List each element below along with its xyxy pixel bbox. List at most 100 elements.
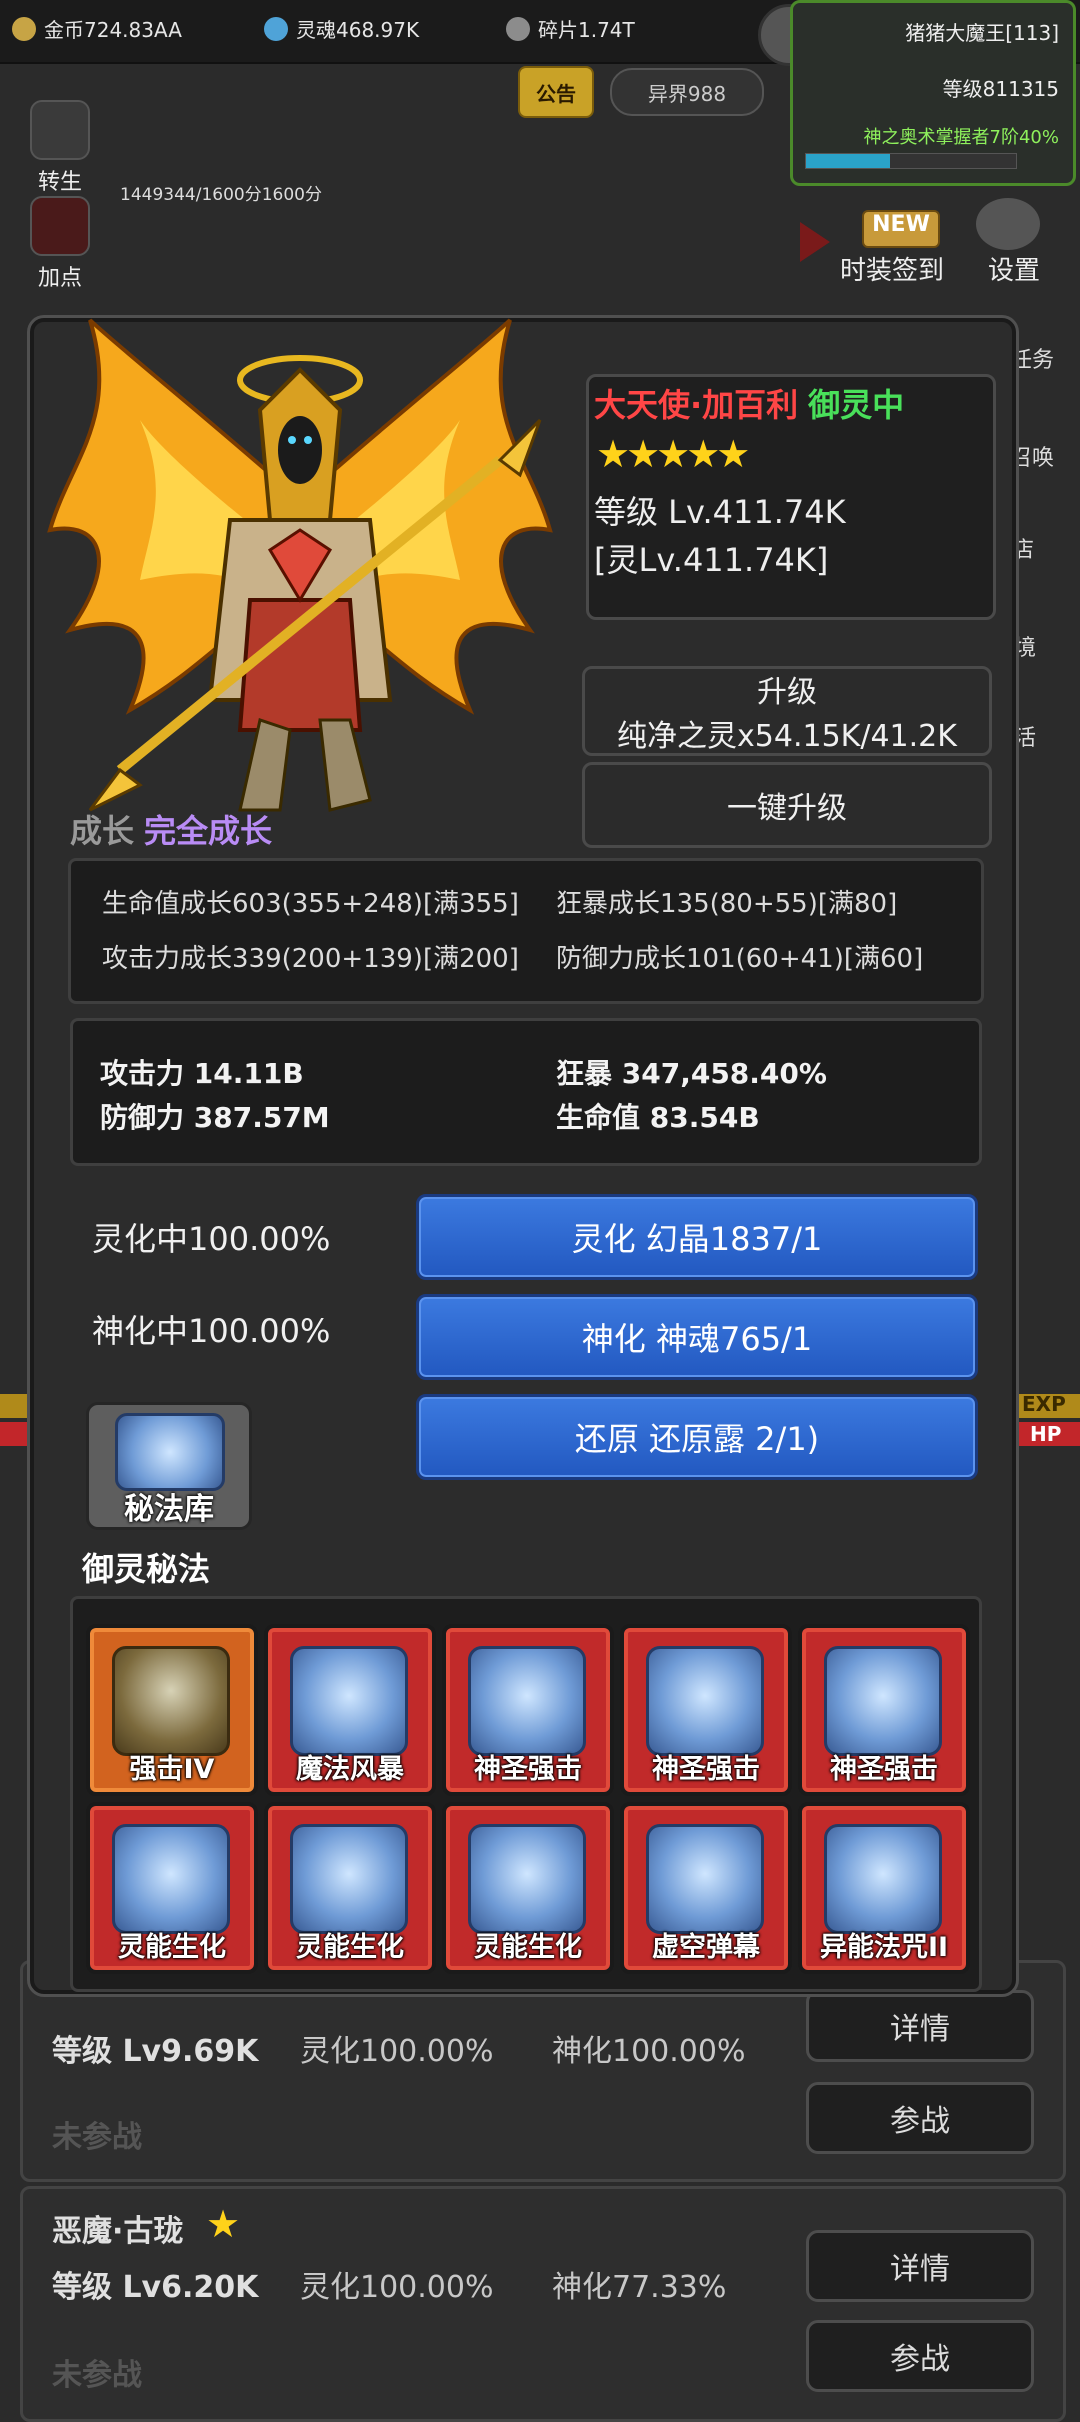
gold-amount: 金币724.83AA (44, 18, 182, 42)
hp-growth: 生命值成长603(355+248)[满355] (102, 889, 519, 919)
add-points-label: 加点 (37, 266, 82, 291)
soul-resource: 灵魂468.97K (264, 14, 419, 43)
ancient-tome-icon (112, 1646, 230, 1756)
shard-icon (506, 16, 530, 41)
growth-panel (68, 858, 984, 1004)
title-progress-bar (805, 153, 1017, 169)
defense-growth: 防御力成长101(60+41)[满60] (556, 944, 924, 974)
exp-label: EXP (1022, 1392, 1066, 1416)
skill-slot[interactable]: 异能法咒II (798, 1802, 970, 1974)
notice-button[interactable]: 公告 (518, 66, 594, 118)
spellbook-icon (646, 1824, 764, 1934)
level-block: 等级 Lv.411.74K [灵Lv.411.74K] (594, 488, 846, 584)
world-button[interactable]: 异界988 (610, 68, 764, 116)
spirit-status: 御灵中 (808, 386, 905, 424)
spellbook-icon (290, 1646, 408, 1756)
skill-label: 灵能生化 (474, 1932, 582, 1963)
card1-ling: 灵化100.00% (300, 2034, 494, 2069)
shard-resource: 碎片1.74T (506, 14, 635, 43)
lingize-button[interactable]: 灵化 幻晶1837/1 (416, 1194, 978, 1280)
skill-slot[interactable]: 灵能生化 (264, 1802, 436, 1974)
spirit-name: 大天使·加百利 (594, 386, 799, 424)
skill-slot[interactable]: 灵能生化 (442, 1802, 614, 1974)
skill-label: 神圣强击 (474, 1754, 582, 1785)
card1-detail-button[interactable]: 详情 (806, 1990, 1034, 2062)
star-icon: ★ (206, 2202, 241, 2246)
rebirth-label: 转生 (37, 170, 82, 195)
card1-shen: 神化100.00% (552, 2034, 746, 2069)
task-side-label[interactable]: 任务 (1010, 342, 1054, 374)
card2-state: 未参战 (52, 2358, 142, 2393)
blood-drop-icon (30, 196, 90, 256)
title-progress: 神之奥术掌握者7阶40% (863, 127, 1059, 148)
fashion-signin-button[interactable]: 时装签到 (840, 250, 944, 287)
gold-resource: 金币724.83AA (12, 14, 182, 43)
skill-label: 神圣强击 (830, 1754, 938, 1785)
stats-panel (70, 1018, 982, 1166)
event-side-label[interactable]: 活 (1014, 720, 1036, 752)
growth-status: 完全成长 (144, 812, 273, 850)
realm-side-label[interactable]: 境 (1014, 630, 1036, 662)
spirit-arcana-heading: 御灵秘法 (82, 1550, 211, 1588)
upgrade-title: 升级 (757, 675, 817, 710)
player-card[interactable]: 猪猪大魔王[113] 等级811315 神之奥术掌握者7阶40% (790, 0, 1076, 186)
skill-label: 魔法风暴 (296, 1754, 404, 1785)
star-rating: ★★★★★ (596, 432, 750, 476)
card1-level: 等级 Lv9.69K (52, 2034, 259, 2069)
spellbook-icon (468, 1646, 586, 1756)
restore-button[interactable]: 还原 还原露 2/1) (416, 1394, 978, 1480)
deification-percent: 神化中100.00% (92, 1312, 331, 1350)
skill-slot[interactable]: 神圣强击 (620, 1624, 792, 1796)
shard-amount: 碎片1.74T (538, 18, 635, 42)
spirit-name-row: 大天使·加百利 御灵中 (594, 380, 904, 426)
card2-level: 等级 Lv6.20K (52, 2270, 259, 2305)
gold-coin-icon (12, 16, 36, 41)
skill-slot[interactable]: 虚空弹幕 (620, 1802, 792, 1974)
new-badge: NEW (862, 210, 940, 248)
settings-gear-icon[interactable] (976, 198, 1040, 250)
card2-name: 恶魔·古珑 (52, 2214, 184, 2249)
soul-icon (264, 16, 288, 41)
lingization-percent: 灵化中100.00% (92, 1220, 331, 1258)
skill-slot[interactable]: 神圣强击 (798, 1624, 970, 1796)
hp-label: HP (1030, 1422, 1062, 1446)
skill-slot[interactable]: 灵能生化 (86, 1802, 258, 1974)
skill-slot[interactable]: 强击IV (86, 1624, 258, 1796)
add-points-button[interactable]: 加点 (24, 196, 96, 292)
upgrade-cost: 纯净之灵x54.15K/41.2K (617, 719, 957, 754)
arrow-right-icon[interactable] (800, 222, 830, 262)
summon-side-label[interactable]: 召唤 (1010, 440, 1054, 472)
spirit-level: 等级 Lv.411.74K (594, 493, 846, 531)
hp-stat: 生命值 83.54B (556, 1101, 760, 1134)
card1-state: 未参战 (52, 2120, 142, 2155)
skill-slot[interactable]: 魔法风暴 (264, 1624, 436, 1796)
soul-amount: 灵魂468.97K (296, 18, 420, 42)
spellbook-icon (112, 1824, 230, 1934)
card1-battle-button[interactable]: 参战 (806, 2082, 1034, 2154)
score-text: 1449344/1600分1600分 (120, 185, 322, 205)
defense-stat: 防御力 387.57M (100, 1101, 330, 1134)
attack-stat: 攻击力 14.11B (100, 1057, 304, 1090)
archangel-portrait (47, 318, 553, 812)
arcane-library-label: 秘法库 (124, 1492, 214, 1527)
settings-label[interactable]: 设置 (988, 250, 1040, 287)
rebirth-icon (30, 100, 90, 160)
card2-detail-button[interactable]: 详情 (806, 2230, 1034, 2302)
skill-label: 灵能生化 (118, 1932, 226, 1963)
skill-label: 灵能生化 (296, 1932, 404, 1963)
spellbook-icon (468, 1824, 586, 1934)
one-key-upgrade-button[interactable]: 一键升级 (582, 762, 992, 848)
spellbook-icon (115, 1413, 225, 1491)
player-level: 等级811315 (942, 77, 1059, 101)
rebirth-button[interactable]: 转生 (24, 100, 96, 196)
spellbook-icon (646, 1646, 764, 1756)
deify-button[interactable]: 神化 神魂765/1 (416, 1294, 978, 1380)
skill-label: 虚空弹幕 (652, 1932, 760, 1963)
skill-label: 强击IV (129, 1754, 215, 1785)
card2-shen: 神化77.33% (552, 2270, 727, 2305)
growth-heading: 成长 完全成长 (70, 806, 272, 852)
rage-growth: 狂暴成长135(80+55)[满80] (556, 889, 898, 919)
skill-slot[interactable]: 神圣强击 (442, 1624, 614, 1796)
card2-battle-button[interactable]: 参战 (806, 2320, 1034, 2392)
upgrade-button[interactable]: 升级 纯净之灵x54.15K/41.2K (582, 666, 992, 756)
